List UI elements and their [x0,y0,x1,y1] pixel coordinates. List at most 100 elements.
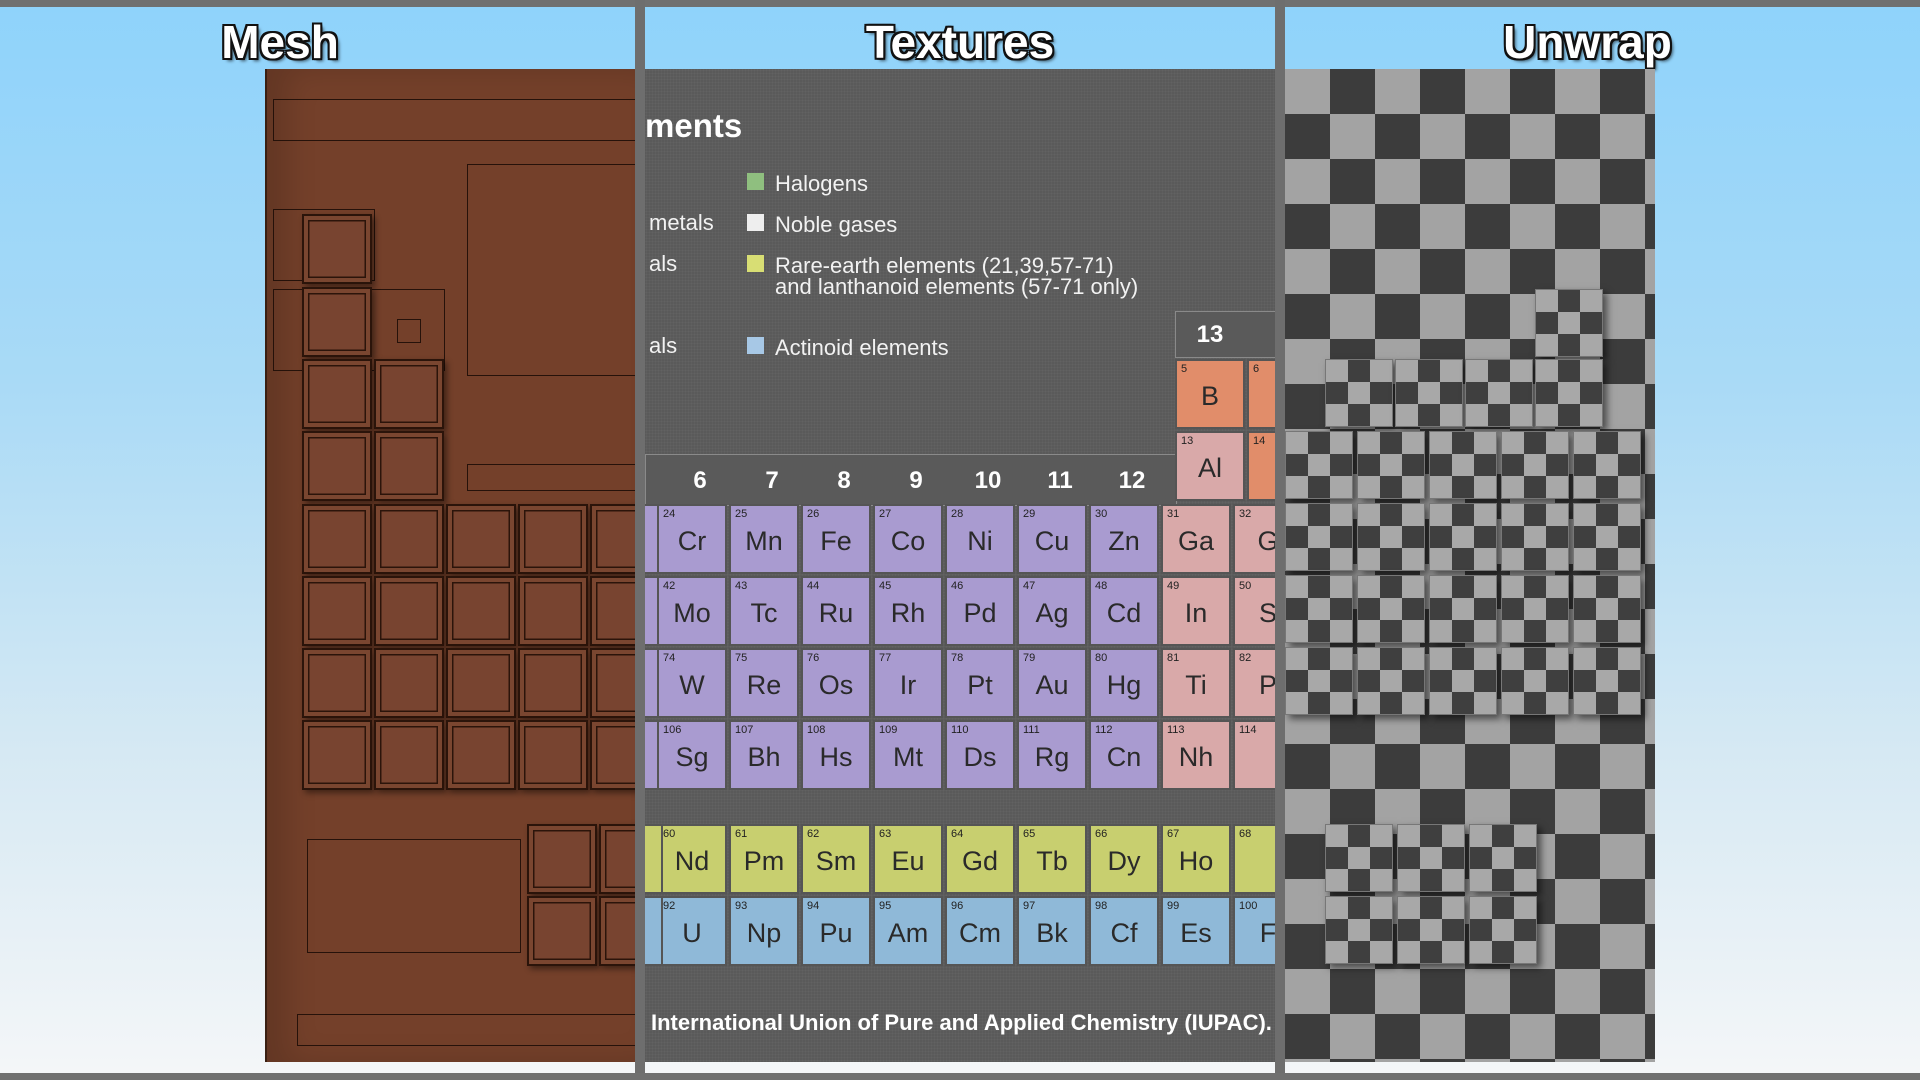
mesh-cell [374,431,444,501]
mesh-footnote-box [307,839,521,953]
element-cell: 113 Nh [1161,720,1231,790]
element-cell: 61 Pm [729,824,799,894]
atomic-number: 93 [735,900,748,912]
element-cell: 98 Cf [1089,896,1159,966]
element-symbol: Re [746,670,782,700]
element-symbol: In [1184,598,1208,628]
element-symbol: Cu [1034,526,1070,556]
textures-title: Textures [865,16,1055,68]
element-cell: 114 [1233,720,1275,790]
atomic-number: 44 [807,580,820,592]
element-symbol: Pt [967,670,993,700]
mesh-cell [446,576,516,646]
atomic-number: 82 [1239,652,1252,664]
element-cell: 30 Zn [1089,504,1159,574]
element-symbol: Cd [1106,598,1142,628]
element-cell: 60 Nd [657,824,727,894]
unwrap-panel: Unwrap [1285,7,1920,1073]
uv-cell [1469,824,1537,892]
atomic-number: 13 [1181,435,1194,447]
element-cell: 66 Dy [1089,824,1159,894]
mesh-cell [518,504,588,574]
element-cell: 92 U [657,896,727,966]
periodic-table-texture: ments metals als als Halogens Noble gase… [645,69,1275,1062]
element-cell: 43 Tc [729,576,799,646]
atomic-number: 114 [1239,724,1257,736]
atomic-number: 109 [879,724,898,736]
atomic-number: 26 [807,508,820,520]
mesh-cell [374,504,444,574]
element-cell: 68 [1233,824,1275,894]
element-cell: 24 Cr [657,504,727,574]
element-symbol: Rh [890,598,926,628]
legend-fragment: als [649,251,678,276]
element-cell: 28 Ni [945,504,1015,574]
uv-cell [1325,359,1393,427]
atomic-number: 98 [1095,900,1108,912]
mesh-cell [302,359,372,429]
mesh-cell [527,896,597,966]
element-symbol: Tb [1036,846,1068,876]
atomic-number: 60 [663,828,676,840]
atomic-number: 76 [807,652,820,664]
element-cell: 63 Eu [873,824,943,894]
atomic-number: 32 [1239,508,1252,520]
atomic-number: 108 [807,724,826,736]
legend-rare-earth: Rare-earth elements (21,39,57-71) [775,253,1114,278]
atomic-number: 47 [1023,580,1036,592]
mesh-cell [599,896,635,966]
element-cell: 107 Bh [729,720,799,790]
element-cell: 48 Cd [1089,576,1159,646]
element-symbol: Zn [1108,526,1140,556]
element-cell: 67 Ho [1161,824,1231,894]
element-cell: 25 Mn [729,504,799,574]
uv-cell [1535,359,1603,427]
element-symbol: Au [1035,670,1069,700]
element-symbol: Cn [1106,742,1142,772]
uv-cell [1535,289,1603,357]
element-symbol: Pd [963,598,997,628]
mesh-cell [374,576,444,646]
atomic-number: 78 [951,652,964,664]
element-cell: 74 W [657,648,727,718]
element-cell: 26 Fe [801,504,871,574]
atomic-number: 107 [735,724,754,736]
atomic-number: 67 [1167,828,1180,840]
element-symbol: F [1259,918,1275,948]
element-cell: 46 Pd [945,576,1015,646]
element-symbol: P [1258,670,1275,700]
element-cell: 75 Re [729,648,799,718]
uv-cell [1357,647,1425,715]
atomic-number: 80 [1095,652,1108,664]
group-number: 10 [974,467,1002,494]
atomic-number: 81 [1167,652,1180,664]
atomic-number: 95 [879,900,892,912]
uv-cell [1429,575,1497,643]
element-symbol: Nh [1178,742,1214,772]
uv-cell [1429,503,1497,571]
element-symbol: Nd [674,846,710,876]
atomic-number: 113 [1167,724,1185,736]
atomic-number: 27 [879,508,892,520]
atomic-number: 45 [879,580,892,592]
element-cell: 49 In [1161,576,1231,646]
atomic-number: 68 [1239,828,1252,840]
element-cell: 109 Mt [873,720,943,790]
panel-divider [1275,0,1285,1080]
mesh-group-strip [467,464,635,491]
atomic-number: 75 [735,652,748,664]
group-number: 11 [1047,467,1073,494]
top-border [0,0,1920,7]
element-symbol: Ag [1035,598,1069,628]
iupac-footer: International Union of Pure and Applied … [651,1010,1272,1035]
atomic-number: 96 [951,900,964,912]
element-symbol: Sm [815,846,857,876]
element-symbol: Tc [750,598,778,628]
element-cell: 31 Ga [1161,504,1231,574]
element-cell: 77 Ir [873,648,943,718]
atomic-number: 24 [663,508,676,520]
mesh-panel: Mesh [0,7,635,1073]
uv-cell [1285,647,1353,715]
atomic-number: 94 [807,900,820,912]
mesh-cell [446,504,516,574]
